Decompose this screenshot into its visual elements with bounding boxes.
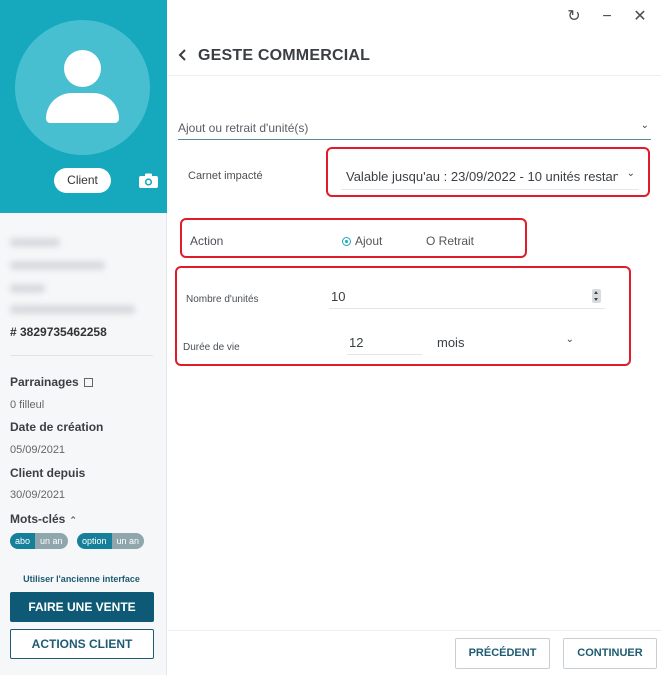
back-chevron-icon[interactable] xyxy=(178,48,188,62)
action-label: Action xyxy=(190,234,224,248)
keyword-tag[interactable]: abo un an xyxy=(10,533,68,549)
keyword-tag-value: un an xyxy=(111,533,145,549)
redacted-info xyxy=(10,261,105,270)
gesture-type-select[interactable]: Ajout ou retrait d'unité(s) ⌄ xyxy=(178,118,651,140)
refresh-icon[interactable]: ↻ xyxy=(565,8,583,26)
creation-date-label: Date de création xyxy=(10,420,104,434)
chevron-down-icon: ⌄ xyxy=(626,168,635,179)
client-id: # 3829735462258 xyxy=(10,325,107,339)
redacted-info xyxy=(10,305,135,314)
client-header: Client xyxy=(0,0,167,213)
minimize-icon[interactable]: − xyxy=(598,8,616,26)
units-label: Nombre d'unités xyxy=(186,294,259,305)
close-icon[interactable]: ✕ xyxy=(631,8,649,26)
client-since-label: Client depuis xyxy=(10,466,86,480)
lifetime-number-input[interactable]: 12 xyxy=(347,331,422,355)
divider xyxy=(168,75,661,76)
old-interface-link[interactable]: Utiliser l'ancienne interface xyxy=(10,574,153,584)
client-sidebar: Client # 3829735462258 Parrainages 0 fil… xyxy=(0,0,167,675)
gesture-type-value: Ajout ou retrait d'unité(s) xyxy=(178,121,309,135)
carnet-select[interactable]: Valable jusqu'au : 23/09/2022 - 10 unité… xyxy=(341,164,639,190)
keyword-tag-value: un an xyxy=(35,533,68,549)
page-title: GESTE COMMERCIAL xyxy=(198,47,371,64)
action-option-label: O Retrait xyxy=(426,234,475,248)
carnet-value: Valable jusqu'au : 23/09/2022 - 10 unité… xyxy=(346,169,618,184)
parrainages-value: 0 filleul xyxy=(10,399,45,411)
external-link-icon[interactable] xyxy=(83,378,93,387)
redacted-name xyxy=(10,238,60,247)
keyword-tag[interactable]: option un an xyxy=(77,533,145,549)
avatar-body-shape xyxy=(46,93,119,123)
chevron-down-icon: ⌄ xyxy=(565,334,574,345)
chevron-up-icon: ⌃ xyxy=(69,515,77,525)
carnet-label: Carnet impacté xyxy=(188,170,263,182)
redacted-info xyxy=(10,284,45,293)
previous-button[interactable]: PRÉCÉDENT xyxy=(455,638,550,669)
lifetime-label: Durée de vie xyxy=(183,342,240,353)
radio-selected-icon xyxy=(342,236,351,246)
avatar-head-shape xyxy=(64,50,101,87)
camera-icon[interactable] xyxy=(139,173,158,188)
lifetime-value: 12 xyxy=(349,335,364,350)
parrainages-label-text: Parrainages xyxy=(10,375,79,389)
avatar xyxy=(15,20,150,155)
action-radio-ajout[interactable]: Ajout xyxy=(342,234,382,248)
number-spinner-icon[interactable] xyxy=(592,289,601,303)
divider xyxy=(10,355,153,356)
client-actions-button[interactable]: ACTIONS CLIENT xyxy=(10,629,154,659)
parrainages-label[interactable]: Parrainages xyxy=(10,375,93,389)
keyword-tag-key: abo xyxy=(10,533,36,549)
keywords-label: Mots-clés xyxy=(10,512,66,526)
units-value: 10 xyxy=(331,289,346,304)
continue-button[interactable]: CONTINUER xyxy=(563,638,657,669)
client-since-value: 30/09/2021 xyxy=(10,489,66,501)
chevron-down-icon: ⌄ xyxy=(640,120,649,131)
make-sale-button[interactable]: FAIRE UNE VENTE xyxy=(10,592,154,622)
app-window: Client # 3829735462258 Parrainages 0 fil… xyxy=(0,0,661,675)
client-badge: Client xyxy=(54,168,111,193)
creation-date-value: 05/09/2021 xyxy=(10,444,66,456)
units-number-input[interactable]: 10 xyxy=(329,285,605,309)
keywords-toggle[interactable]: Mots-clés ⌃ xyxy=(10,512,77,526)
lifetime-unit-select[interactable]: mois ⌄ xyxy=(435,331,580,355)
action-radio-retrait[interactable]: O Retrait xyxy=(426,234,474,248)
lifetime-unit-value: mois xyxy=(437,335,465,350)
divider xyxy=(168,630,661,631)
action-option-label: Ajout xyxy=(355,234,383,248)
keyword-tag-key: option xyxy=(77,533,112,549)
